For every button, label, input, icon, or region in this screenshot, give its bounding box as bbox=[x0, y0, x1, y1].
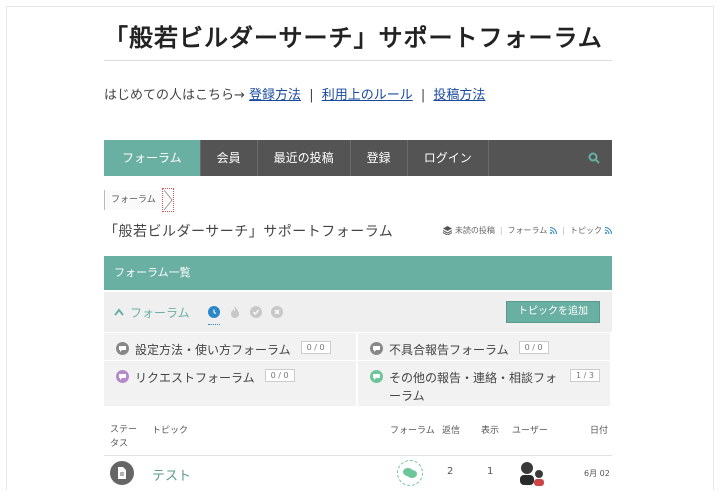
feed-unread[interactable]: 未読の投稿 bbox=[455, 225, 495, 236]
forum-toolbar: フォーラム トピックを追加 bbox=[104, 292, 612, 332]
topic-table-header: ステータス トピック フォーラム 返信 表示 ユーザー 日付 bbox=[104, 418, 612, 456]
feed-links: 未読の投稿 | フォーラム | トピック bbox=[442, 225, 612, 236]
nav-item-members[interactable]: 会員 bbox=[201, 140, 258, 176]
intro-text: はじめての人はこちら→ bbox=[104, 88, 245, 103]
nav-item-register[interactable]: 登録 bbox=[351, 140, 408, 176]
forum-list-header: フォーラム一覧 bbox=[104, 256, 612, 290]
topic-date: 6月 02 bbox=[584, 469, 610, 478]
forum-item-count: 0 / 0 bbox=[264, 369, 295, 382]
add-topic-button[interactable]: トピックを追加 bbox=[506, 301, 600, 323]
intro-separator: | bbox=[309, 88, 314, 103]
chat-bubble-icon bbox=[370, 342, 383, 355]
link-rules[interactable]: 利用上のルール bbox=[322, 88, 413, 103]
forum-item-settings[interactable]: 設定方法・使い方フォーラム 0 / 0 bbox=[104, 333, 358, 361]
chat-bubble-icon bbox=[370, 370, 383, 383]
user-avatars[interactable] bbox=[517, 460, 549, 486]
clock-icon bbox=[207, 305, 220, 318]
forum-grid: 設定方法・使い方フォーラム 0 / 0 不具合報告フォーラム 0 / 0 リクエ… bbox=[104, 333, 612, 407]
column-forum: フォーラム bbox=[390, 426, 435, 436]
stack-icon bbox=[442, 226, 452, 235]
forum-item-label: リクエストフォーラム bbox=[135, 371, 255, 385]
topic-views: 1 bbox=[487, 466, 494, 477]
forum-toggle-label: フォーラム bbox=[130, 305, 190, 320]
column-users: ユーザー bbox=[512, 426, 548, 436]
page-title: 「般若ビルダーサーチ」サポートフォーラム bbox=[104, 224, 394, 240]
nav-item-forum[interactable]: フォーラム bbox=[104, 140, 201, 176]
breadcrumb-chevron-icon bbox=[161, 188, 174, 212]
forum-item-bugs[interactable]: 不具合報告フォーラム 0 / 0 bbox=[358, 333, 612, 361]
forum-item-label: 設定方法・使い方フォーラム bbox=[135, 343, 291, 357]
feed-forum[interactable]: フォーラム bbox=[508, 225, 548, 236]
column-views: 表示 bbox=[481, 426, 500, 436]
filter-recent[interactable] bbox=[207, 305, 220, 325]
rss-icon bbox=[550, 227, 558, 234]
forum-item-count: 0 / 0 bbox=[518, 341, 549, 354]
forum-item-label: 不具合報告フォーラム bbox=[389, 343, 509, 357]
chevron-up-icon bbox=[114, 308, 124, 316]
feed-separator: | bbox=[562, 226, 565, 235]
search-button[interactable] bbox=[576, 140, 612, 176]
breadcrumb-item-forum[interactable]: フォーラム bbox=[104, 190, 162, 210]
main-nav: フォーラム 会員 最近の投稿 登録 ログイン bbox=[104, 140, 612, 176]
forum-item-label: その他の報告・連絡・相談フォーラム bbox=[389, 371, 558, 403]
topic-link[interactable]: テスト bbox=[152, 465, 191, 484]
column-status: ステータス bbox=[110, 425, 138, 449]
filter-icons bbox=[207, 300, 283, 325]
check-icon[interactable] bbox=[249, 306, 262, 318]
nav-item-login[interactable]: ログイン bbox=[408, 140, 489, 176]
forum-toggle[interactable]: フォーラム bbox=[114, 304, 190, 321]
intro-line: はじめての人はこちら→ 登録方法 | 利用上のルール | 投稿方法 bbox=[104, 84, 485, 103]
link-posting[interactable]: 投稿方法 bbox=[433, 88, 485, 103]
link-registration[interactable]: 登録方法 bbox=[249, 88, 301, 103]
avatar bbox=[520, 462, 544, 486]
feed-topic[interactable]: トピック bbox=[570, 225, 602, 236]
close-icon[interactable] bbox=[270, 306, 283, 318]
forum-item-other[interactable]: その他の報告・連絡・相談フォーラム 1 / 3 bbox=[358, 361, 612, 407]
chat-bubble-icon bbox=[116, 370, 129, 383]
intro-separator: | bbox=[420, 88, 426, 103]
fire-icon[interactable] bbox=[229, 306, 241, 318]
table-row: テスト 2 1 6月 02 bbox=[104, 456, 612, 490]
rss-icon bbox=[605, 227, 612, 234]
breadcrumb: フォーラム bbox=[104, 188, 174, 212]
forum-item-requests[interactable]: リクエストフォーラム 0 / 0 bbox=[104, 361, 358, 407]
forum-chat-icon[interactable] bbox=[397, 460, 423, 486]
column-topic: トピック bbox=[152, 426, 189, 436]
forum-item-count: 0 / 0 bbox=[300, 341, 331, 354]
feed-separator: | bbox=[499, 226, 503, 235]
nav-item-recent-posts[interactable]: 最近の投稿 bbox=[258, 140, 351, 176]
topic-replies: 2 bbox=[447, 466, 454, 477]
search-icon bbox=[588, 152, 600, 164]
column-replies: 返信 bbox=[442, 426, 461, 436]
document-icon bbox=[110, 461, 134, 485]
site-title: 「般若ビルダーサーチ」サポートフォーラム bbox=[104, 24, 603, 52]
chat-bubble-icon bbox=[116, 342, 129, 355]
title-divider bbox=[104, 60, 612, 61]
column-date: 日付 bbox=[590, 426, 609, 436]
forum-item-count: 1 / 3 bbox=[570, 369, 600, 382]
